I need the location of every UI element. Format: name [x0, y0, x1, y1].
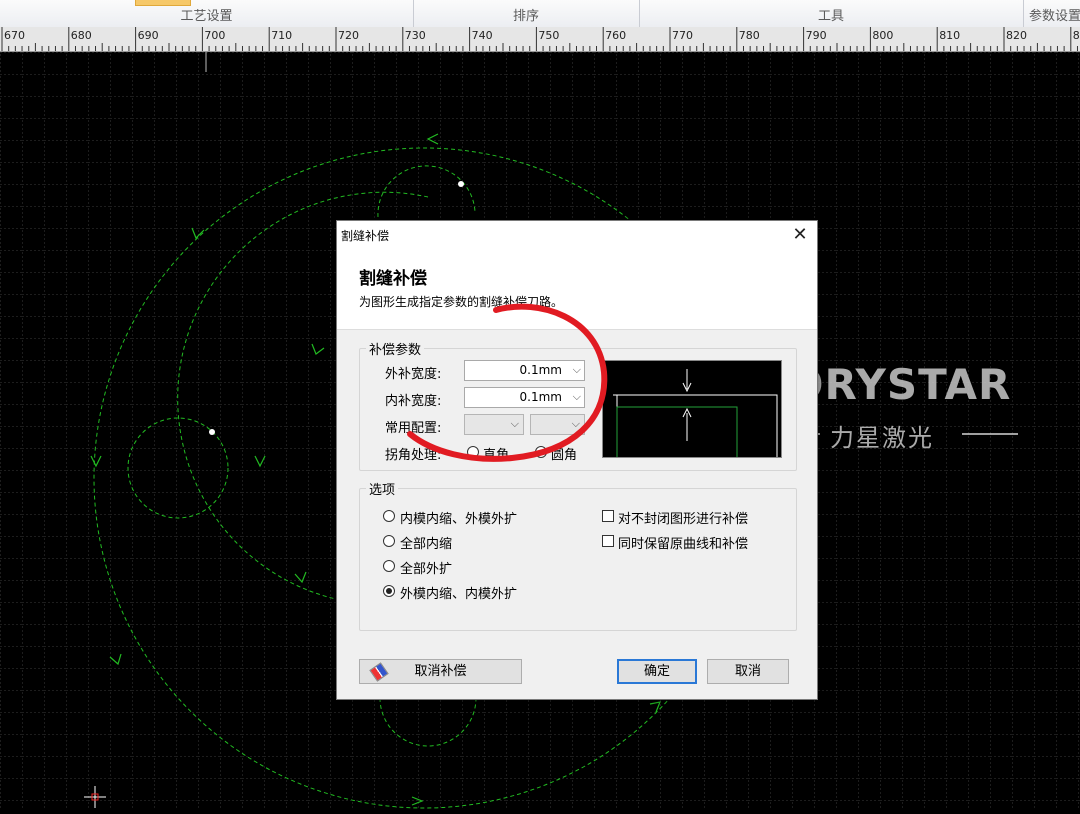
common-config-select-2[interactable]: ⌵ [530, 414, 585, 435]
corner-round-radio[interactable] [535, 446, 547, 458]
inner-width-label: 内补宽度: [385, 394, 442, 409]
common-config-select-1[interactable]: ⌵ [464, 414, 524, 435]
brand-tagline: 力星激光 [830, 424, 934, 452]
option-radio-2[interactable] [383, 535, 395, 547]
ruler-label: 830 [1073, 29, 1080, 42]
close-icon[interactable]: ✕ [789, 224, 811, 246]
dialog-title: 割缝补偿 [341, 229, 390, 243]
corner-square-label: 直角 [483, 448, 510, 463]
ribbon-group-params: 参数设置 [1023, 0, 1080, 27]
ribbon-group-sort: 排序 [413, 0, 640, 27]
corner-label: 拐角处理: [385, 448, 442, 463]
option-radio-3-label: 全部外扩 [400, 562, 453, 577]
option-radio-3[interactable] [383, 560, 395, 572]
brand-divider [962, 433, 1018, 435]
ruler-label: 790 [806, 29, 827, 42]
cancel-button[interactable]: 取消 [707, 659, 789, 684]
dialog-heading: 割缝补偿 [359, 269, 427, 289]
ribbon-group-process: 工艺设置 [0, 0, 414, 27]
ribbon-group-label: 工艺设置 [180, 9, 233, 24]
keep-original-checkbox[interactable] [602, 535, 614, 547]
ruler-ticks: 670 680 690 700 710 720 730 740 750 760 770 780 790 8… [1, 27, 1080, 51]
horizontal-ruler[interactable]: 670 680 690 700 710 720 730 740 750 760 770 780 790 8… [0, 27, 1080, 52]
ribbon-group-label: 工具 [817, 9, 844, 24]
compensate-open-shapes-label: 对不封闭图形进行补偿 [618, 512, 749, 527]
ruler-label: 760 [605, 29, 626, 42]
ribbon-group-bar: 工艺设置 排序 工具 参数设置 [0, 0, 1080, 28]
cancel-label: 取消 [734, 664, 761, 679]
options-group: 选项 [359, 479, 797, 631]
kerf-compensation-dialog: 割缝补偿 ✕ 割缝补偿 为图形生成指定参数的割缝补偿刀路。 补偿参数 外补宽度:… [336, 220, 818, 700]
outer-width-value: 0.1mm [519, 363, 562, 377]
compensate-open-shapes-checkbox[interactable] [602, 510, 614, 522]
common-config-label: 常用配置: [385, 421, 442, 436]
ruler-label: 730 [405, 29, 426, 42]
ruler-label: 670 [4, 29, 25, 42]
ruler-label: 740 [472, 29, 493, 42]
chevron-down-icon: ⌵ [510, 417, 519, 430]
ruler-label: 690 [138, 29, 159, 42]
outer-width-input[interactable]: 0.1mm ⌵ [464, 360, 585, 381]
option-radio-2-label: 全部内缩 [400, 537, 453, 552]
corner-round-label: 圆角 [551, 448, 578, 463]
dialog-description: 为图形生成指定参数的割缝补偿刀路。 [359, 295, 564, 309]
ribbon-group-tools: 工具 [639, 0, 1024, 27]
start-point-marker [458, 181, 464, 187]
preview-drawing [613, 369, 778, 457]
ruler-label: 810 [939, 29, 960, 42]
ok-button[interactable]: 确定 [617, 659, 697, 684]
options-group-title: 选项 [369, 483, 396, 498]
ribbon-group-label: 排序 [512, 9, 539, 24]
ruler-label: 710 [271, 29, 292, 42]
compensation-preview [602, 360, 782, 458]
ruler-label: 700 [204, 29, 225, 42]
ok-label: 确定 [643, 664, 670, 679]
ruler-label: 800 [872, 29, 893, 42]
chevron-down-icon[interactable]: ⌵ [573, 390, 581, 404]
ruler-label: 780 [739, 29, 760, 42]
params-group-title: 补偿参数 [369, 343, 422, 358]
ruler-label: 750 [538, 29, 559, 42]
dialog-header: 割缝补偿 为图形生成指定参数的割缝补偿刀路。 [337, 249, 817, 330]
keep-original-label: 同时保留原曲线和补偿 [618, 537, 749, 552]
inner-width-value: 0.1mm [519, 390, 562, 404]
ruler-label: 720 [338, 29, 359, 42]
outer-width-label: 外补宽度: [385, 367, 442, 382]
dialog-titlebar[interactable]: 割缝补偿 ✕ [337, 221, 817, 249]
chevron-down-icon[interactable]: ⌵ [573, 363, 581, 377]
option-radio-1[interactable] [383, 510, 395, 522]
start-point-marker [209, 429, 215, 435]
ruler-label: 820 [1006, 29, 1027, 42]
ruler-label: 680 [71, 29, 92, 42]
ribbon-group-label: 参数设置 [1029, 9, 1080, 24]
option-radio-1-label: 内模内缩、外模外扩 [400, 512, 518, 527]
chevron-down-icon: ⌵ [571, 417, 580, 430]
eraser-icon [369, 662, 389, 682]
cancel-compensation-button[interactable]: 取消补偿 [359, 659, 522, 684]
cancel-compensation-label: 取消补偿 [414, 664, 467, 679]
option-radio-4[interactable] [383, 585, 395, 597]
option-radio-4-label: 外模内缩、内模外扩 [400, 587, 518, 602]
corner-square-radio[interactable] [467, 446, 479, 458]
inner-width-input[interactable]: 0.1mm ⌵ [464, 387, 585, 408]
ruler-label: 770 [672, 29, 693, 42]
